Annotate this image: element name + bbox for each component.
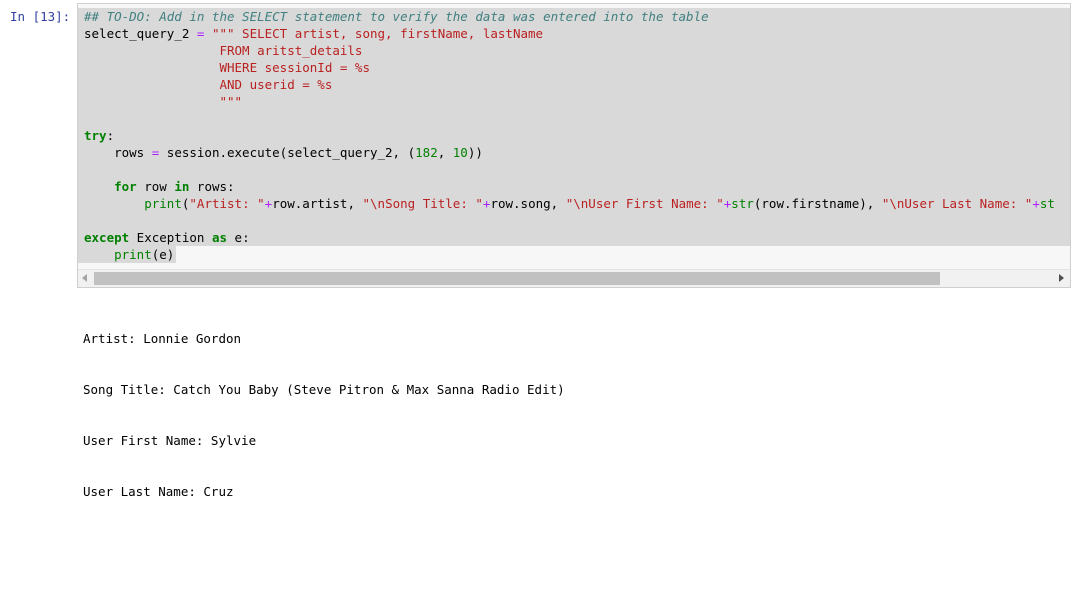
output-line: User Last Name: Cruz <box>83 484 234 499</box>
cell-prompt: In [13]: <box>10 9 71 24</box>
cell-output: Artist: Lonnie Gordon Song Title: Catch … <box>83 296 565 534</box>
code-token: row <box>136 179 175 194</box>
output-line: User First Name: Sylvie <box>83 433 257 448</box>
output-line: Artist: Lonnie Gordon <box>83 331 242 346</box>
code-token: : <box>106 128 115 143</box>
code-token: (row.firstname), <box>753 196 882 211</box>
code-token: rows <box>84 145 152 160</box>
code-token: e: <box>227 230 250 245</box>
code-operator: + <box>1032 196 1040 211</box>
code-builtin: print <box>144 196 182 211</box>
code-builtin: print <box>114 247 152 262</box>
code-keyword: for <box>114 179 137 194</box>
code-token: select_query_2 <box>84 26 190 41</box>
code-editor[interactable]: ## TO-DO: Add in the SELECT statement to… <box>78 4 1070 267</box>
code-string: """ <box>84 94 243 109</box>
code-token: session.execute(select_query_2, ( <box>159 145 416 160</box>
code-number: 10 <box>452 145 468 160</box>
scroll-left-arrow-icon[interactable] <box>82 274 87 282</box>
output-line: Song Title: Catch You Baby (Steve Pitron… <box>83 382 565 397</box>
code-string: "Artist: " <box>189 196 265 211</box>
code-token: = <box>189 26 212 41</box>
code-string: FROM aritst_details <box>84 43 363 58</box>
code-text[interactable]: ## TO-DO: Add in the SELECT statement to… <box>84 8 1055 263</box>
code-string: AND userid = %s <box>84 77 333 92</box>
code-keyword: as <box>211 230 228 245</box>
code-keyword: in <box>174 179 190 194</box>
code-token: rows: <box>189 179 235 194</box>
scrollbar-thumb[interactable] <box>94 272 940 285</box>
code-keyword: try <box>84 128 107 143</box>
code-builtin: st <box>1039 196 1055 211</box>
code-string: "\nSong Title: " <box>362 196 483 211</box>
code-token: , <box>437 145 453 160</box>
code-string: """ SELECT artist, song, firstName, last… <box>211 26 544 41</box>
code-token: row.artist, <box>272 196 363 211</box>
code-token: row.song, <box>490 196 566 211</box>
code-token: )) <box>467 145 483 160</box>
horizontal-scrollbar[interactable] <box>78 269 1070 287</box>
scroll-right-arrow-icon[interactable] <box>1059 274 1064 282</box>
notebook-page: In [13]: ## TO-DO: Add in the SELECT sta… <box>0 0 1082 589</box>
code-string: "\nUser First Name: " <box>565 196 724 211</box>
code-keyword: except <box>84 230 130 245</box>
code-token: (e) <box>151 247 175 262</box>
code-string: WHERE sessionId = %s <box>84 60 370 75</box>
code-string: "\nUser Last Name: " <box>881 196 1033 211</box>
code-number: 182 <box>415 145 438 160</box>
code-cell[interactable]: ## TO-DO: Add in the SELECT statement to… <box>77 3 1071 288</box>
code-token: Exception <box>129 230 212 245</box>
code-comment: ## TO-DO: Add in the SELECT statement to… <box>84 9 709 24</box>
code-builtin: str <box>731 196 754 211</box>
